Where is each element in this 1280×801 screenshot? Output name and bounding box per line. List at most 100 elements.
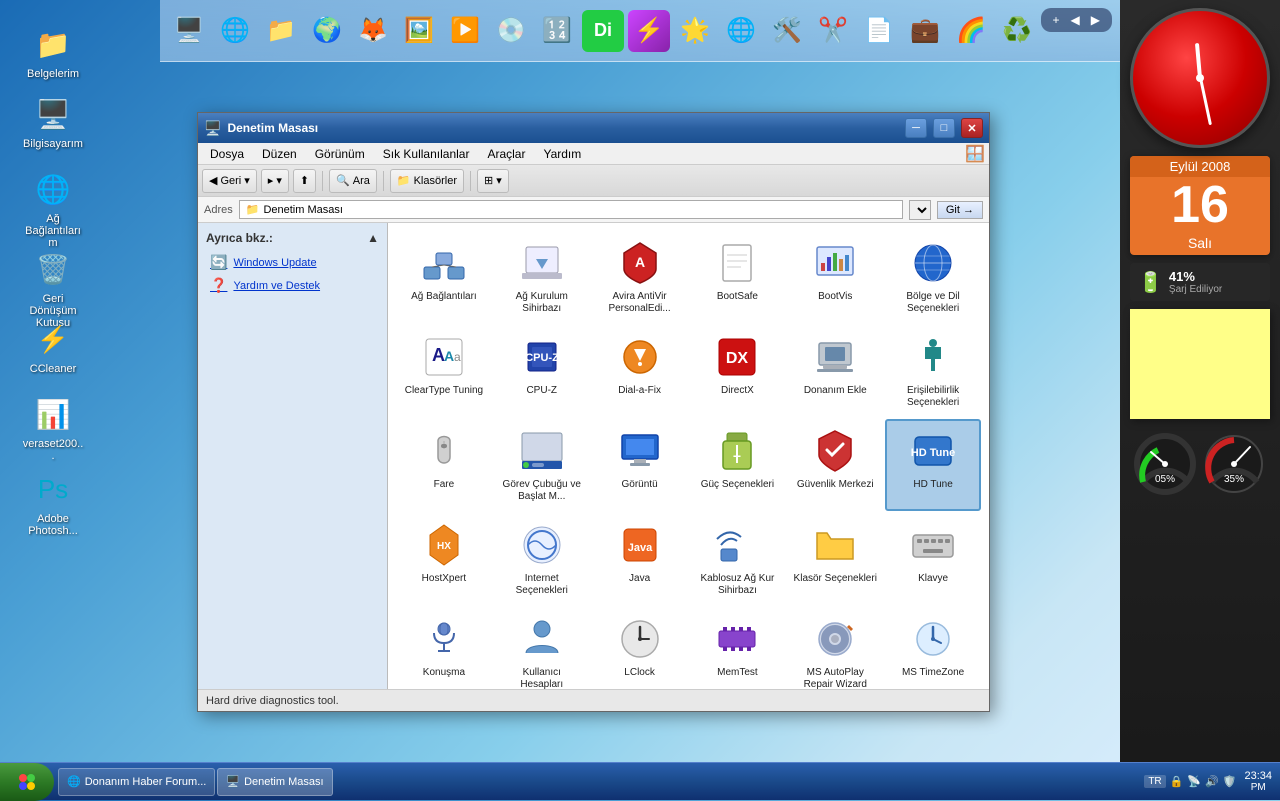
desktop-icon-ag-baglantilari[interactable]: 🌐 Ağ Bağlantılarım (18, 165, 88, 253)
collapse-icon[interactable]: ▲ (367, 231, 379, 245)
desktop-icon-photoshop[interactable]: Ps Adobe Photosh... (18, 465, 88, 541)
toolbar-scissors-icon[interactable]: ✂️ (812, 10, 854, 52)
menu-araclar[interactable]: Araçlar (479, 145, 533, 163)
battery-icon: 🔋 (1138, 270, 1163, 295)
item-ms-autoplay[interactable]: MS AutoPlay Repair Wizard (787, 607, 883, 689)
item-hd-tune[interactable]: HD Tune HD Tune (885, 419, 981, 511)
item-bolge-dil[interactable]: Bölge ve Dil Seçenekleri (885, 231, 981, 323)
minimize-button[interactable]: ─ (905, 118, 927, 138)
svg-text:a: a (454, 350, 461, 364)
desktop-icon-ccleaner[interactable]: ⚡ CCleaner (18, 315, 88, 379)
toolbar-calc-icon[interactable]: 🔢 (536, 10, 578, 52)
toolbar-globe-color-icon[interactable]: 🌈 (950, 10, 992, 52)
close-button[interactable]: ✕ (961, 118, 983, 138)
item-cpu-z[interactable]: CPU-Z CPU-Z (494, 325, 590, 417)
nav-add-button[interactable]: + (1049, 11, 1064, 29)
item-ms-timezone[interactable]: MS TimeZone (885, 607, 981, 689)
item-fare[interactable]: Fare (396, 419, 492, 511)
taskbar: 🌐 Donanım Haber Forum... 🖥️ Denetim Masa… (0, 762, 1280, 800)
address-input[interactable]: 📁 Denetim Masası (239, 200, 903, 219)
forward-button[interactable]: ▸ ▾ (261, 169, 289, 193)
item-bootvis[interactable]: BootVis (787, 231, 883, 323)
item-directx[interactable]: DX DirectX (690, 325, 786, 417)
view-button[interactable]: ⊞ ▾ (477, 169, 509, 193)
toolbar-network-icon[interactable]: 🌐 (214, 10, 256, 52)
address-label: Adres (204, 204, 233, 216)
content-panel[interactable]: Ağ Bağlantıları Ağ Kurulum Sihirbazı A A… (388, 223, 989, 689)
toolbar-folder-icon[interactable]: 📁 (260, 10, 302, 52)
toolbar-world2-icon[interactable]: 🌐 (720, 10, 762, 52)
item-java[interactable]: Java Java (592, 513, 688, 605)
item-guc-secenekleri[interactable]: + Güç Seçenekleri (690, 419, 786, 511)
sidebar-link-windows-update[interactable]: 🔄 Windows Update (206, 251, 379, 274)
item-ag-baglantilari[interactable]: Ağ Bağlantıları (396, 231, 492, 323)
sidebar-link-yardim[interactable]: ❓ Yardım ve Destek (206, 274, 379, 297)
battery-percent: 41% (1169, 269, 1222, 284)
taskbar-item-denetim-masasi[interactable]: 🖥️ Denetim Masası (217, 768, 332, 796)
date-day: 16 (1130, 177, 1270, 233)
item-klavye[interactable]: Klavye (885, 513, 981, 605)
item-internet-secenekleri[interactable]: Internet Seçenekleri (494, 513, 590, 605)
maximize-button[interactable]: □ (933, 118, 955, 138)
menu-dosya[interactable]: Dosya (202, 145, 252, 163)
battery-widget: 🔋 41% Şarj Ediliyor (1130, 263, 1270, 301)
desktop-icon-bilgisayarim[interactable]: 🖥️ Bilgisayarım (18, 90, 88, 154)
menu-duzen[interactable]: Düzen (254, 145, 305, 163)
toolbar-media-icon[interactable]: ▶️ (444, 10, 486, 52)
nav-next-button[interactable]: ▶ (1087, 11, 1104, 29)
clock-widget (1130, 8, 1270, 148)
item-erisibilirlik[interactable]: Erişilebilirlik Seçenekleri (885, 325, 981, 417)
item-donanim-ekle[interactable]: Donanım Ekle (787, 325, 883, 417)
toolbar-dvd-icon[interactable]: 💿 (490, 10, 532, 52)
menu-sik-kullanilanlar[interactable]: Sık Kullanılanlar (375, 145, 478, 163)
toolbar-tools-icon[interactable]: 🛠️ (766, 10, 808, 52)
item-cleartype[interactable]: AAa ClearType Tuning (396, 325, 492, 417)
windows-update-icon: 🔄 (210, 254, 227, 271)
desktop-icon-veraset[interactable]: 📊 veraset200... (18, 390, 88, 466)
toolbar-doc-icon[interactable]: 📄 (858, 10, 900, 52)
toolbar-lightning-icon[interactable]: ⚡ (628, 10, 670, 52)
item-dial-a-fix[interactable]: Dial-a-Fix (592, 325, 688, 417)
ie-taskbar-icon: 🌐 (67, 775, 81, 788)
item-konusma[interactable]: Konuşma (396, 607, 492, 689)
item-guvenlik-merkezi[interactable]: Güvenlik Merkezi (787, 419, 883, 511)
item-ag-kurulum[interactable]: Ağ Kurulum Sihirbazı (494, 231, 590, 323)
item-goruntu[interactable]: Görüntü (592, 419, 688, 511)
item-kablosuz-ag[interactable]: Kablosuz Ağ Kur Sihirbazı (690, 513, 786, 605)
toolbar-recycle-icon[interactable]: ♻️ (996, 10, 1038, 52)
item-bootsafe[interactable]: BootSafe (690, 231, 786, 323)
back-dropdown-icon: ▾ (244, 174, 250, 187)
item-lclock[interactable]: LClock (592, 607, 688, 689)
window-titlebar: 🖥️ Denetim Masası ─ □ ✕ (198, 113, 989, 143)
menu-yardim[interactable]: Yardım (535, 145, 589, 163)
search-button[interactable]: 🔍 Ara (329, 169, 377, 193)
item-hostxpert[interactable]: HX HostXpert (396, 513, 492, 605)
item-klasor-secenekleri[interactable]: Klasör Seçenekleri (787, 513, 883, 605)
item-kullanici-hesaplari[interactable]: Kullanıcı Hesapları (494, 607, 590, 689)
folder-icon: 📁 (246, 203, 260, 216)
toolbar-di-icon[interactable]: Di (582, 10, 624, 52)
nav-prev-button[interactable]: ◀ (1067, 11, 1084, 29)
menu-gorunum[interactable]: Görünüm (307, 145, 373, 163)
go-button[interactable]: Git → (937, 201, 983, 219)
toolbar-briefcase-icon[interactable]: 💼 (904, 10, 946, 52)
toolbar-computer-icon[interactable]: 🖥️ (168, 10, 210, 52)
tray-language: TR (1144, 775, 1165, 788)
toolbar-firefox-icon[interactable]: 🦊 (352, 10, 394, 52)
item-gorev-cubugu[interactable]: Görev Çubuğu ve Başlat M... (494, 419, 590, 511)
taskbar-item-donanim-haber[interactable]: 🌐 Donanım Haber Forum... (58, 768, 215, 796)
back-button[interactable]: ◀ Geri ▾ (202, 169, 257, 193)
desktop-icon-belgelerim[interactable]: 📁 Belgelerim (18, 20, 88, 84)
tray-time: 23:34 PM (1244, 770, 1272, 793)
toolbar-sunglasses-icon[interactable]: 🌟 (674, 10, 716, 52)
svg-text:HX: HX (437, 541, 451, 552)
toolbar-ie-icon[interactable]: 🌍 (306, 10, 348, 52)
window-statusbar: Hard drive diagnostics tool. (198, 689, 989, 711)
item-avira[interactable]: A Avira AntiVir PersonalEdi... (592, 231, 688, 323)
item-memtest[interactable]: MemTest (690, 607, 786, 689)
address-dropdown[interactable] (909, 200, 931, 220)
up-button[interactable]: ⬆ (293, 169, 316, 193)
start-button[interactable] (0, 763, 54, 801)
folders-button[interactable]: 📁 Klasörler (390, 169, 464, 193)
toolbar-photo-icon[interactable]: 🖼️ (398, 10, 440, 52)
